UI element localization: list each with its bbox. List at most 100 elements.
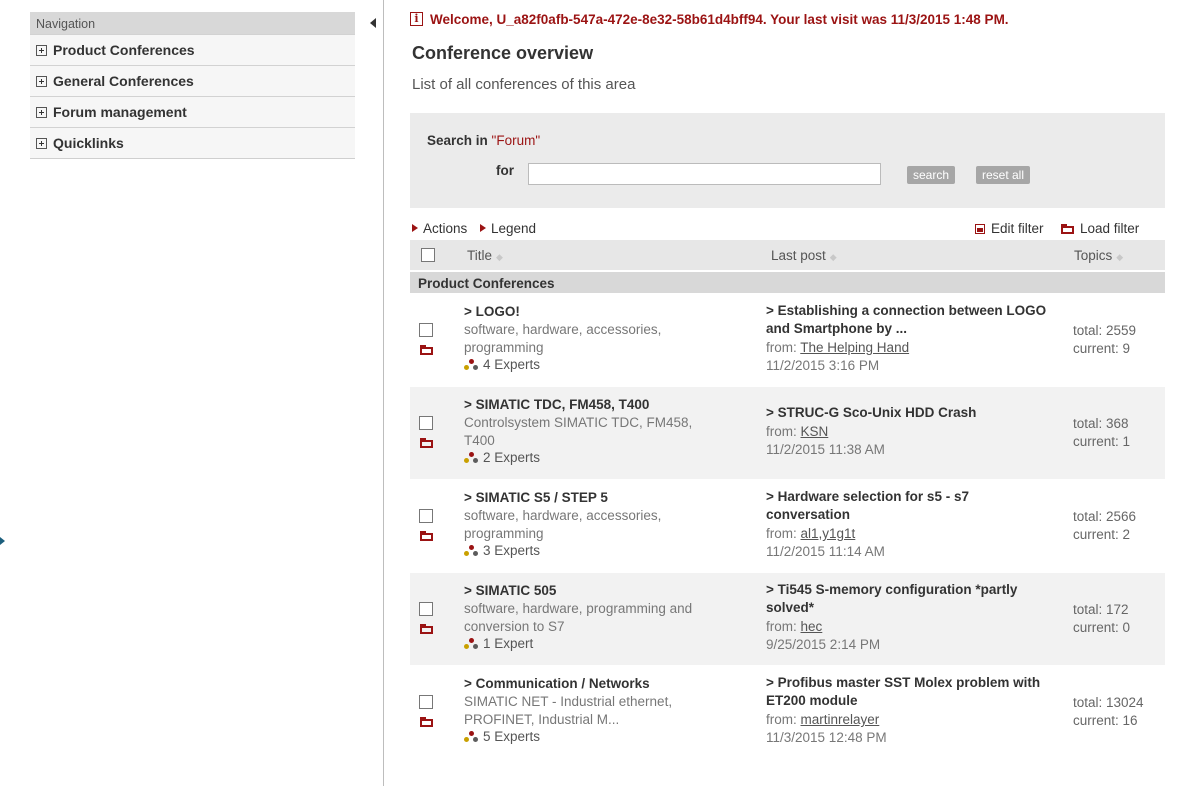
table-row: > LOGO! software, hardware, accessories,… — [410, 293, 1165, 386]
search-button[interactable]: search — [907, 166, 956, 184]
last-post-date: 11/2/2015 11:38 AM — [766, 442, 885, 457]
sidebar-item-label: Forum management — [53, 104, 187, 120]
experts-count[interactable]: 5 Experts — [464, 729, 540, 744]
experts-count[interactable]: 4 Experts — [464, 357, 540, 372]
conference-title-link[interactable]: > Communication / Networks — [464, 676, 650, 691]
sort-icon: ◆ — [829, 252, 837, 262]
from-label: from: — [766, 340, 801, 355]
last-post-date: 11/3/2015 12:48 PM — [766, 730, 887, 745]
load-filter-link[interactable]: Load filter — [1061, 221, 1139, 236]
column-header-title[interactable]: Title ◆ — [467, 248, 503, 263]
folder-open-icon[interactable] — [420, 345, 434, 355]
conference-description: Controlsystem SIMATIC TDC, FM458, T400 — [464, 415, 693, 448]
conference-description: software, hardware, accessories, program… — [464, 508, 662, 541]
last-post-link[interactable]: > Hardware selection for s5 - s7 convers… — [766, 488, 1056, 524]
experts-label: 5 Experts — [483, 729, 541, 744]
table-row: > Communication / Networks SIMATIC NET -… — [410, 665, 1165, 758]
info-icon: i — [410, 12, 423, 26]
topics-total: total: 13024 — [1073, 695, 1144, 710]
last-post-date: 9/25/2015 2:14 PM — [766, 637, 881, 652]
sidebar-item-label: Quicklinks — [53, 135, 124, 151]
welcome-message: i Welcome, U_a82f0afb-547a-472e-8e32-58b… — [410, 10, 1165, 28]
experts-icon — [464, 638, 479, 649]
from-label: from: — [766, 712, 801, 727]
last-post-link[interactable]: > Ti545 S-memory configuration *partly s… — [766, 581, 1056, 617]
welcome-text: Welcome, U_a82f0afb-547a-472e-8e32-58b61… — [430, 11, 1009, 27]
author-link[interactable]: KSN — [801, 424, 829, 439]
sidebar-item-quicklinks[interactable]: Quicklinks — [30, 127, 355, 158]
experts-icon — [464, 731, 479, 742]
search-panel: Search in "Forum" for search reset all — [410, 113, 1165, 208]
conference-title-link[interactable]: > SIMATIC 505 — [464, 583, 556, 598]
select-all-checkbox[interactable] — [421, 248, 435, 262]
topics-current: current: 0 — [1073, 620, 1131, 635]
last-post-link[interactable]: > STRUC-G Sco-Unix HDD Crash — [766, 404, 1056, 422]
panel-divider — [383, 0, 384, 786]
last-post-link[interactable]: > Establishing a connection between LOGO… — [766, 302, 1056, 338]
sidebar-item-label: Product Conferences — [53, 42, 195, 58]
conference-title-link[interactable]: > SIMATIC TDC, FM458, T400 — [464, 397, 649, 412]
scroll-marker-icon — [0, 537, 5, 545]
conference-description: software, hardware, programming and conv… — [464, 601, 693, 634]
expand-icon[interactable] — [36, 137, 47, 149]
legend-toggle[interactable]: Legend — [480, 221, 536, 236]
experts-label: 2 Experts — [483, 450, 541, 465]
row-checkbox[interactable] — [419, 416, 433, 430]
column-header-last-post[interactable]: Last post ◆ — [771, 248, 837, 263]
author-link[interactable]: hec — [801, 619, 823, 634]
table-row: > SIMATIC TDC, FM458, T400 Controlsystem… — [410, 386, 1165, 479]
row-checkbox[interactable] — [419, 695, 433, 709]
actions-label: Actions — [423, 221, 468, 236]
sidebar-item-general-conferences[interactable]: General Conferences — [30, 65, 355, 96]
page-subtitle: List of all conferences of this area — [412, 76, 636, 93]
conference-title-link[interactable]: > LOGO! — [464, 304, 520, 319]
from-label: from: — [766, 526, 801, 541]
sidebar-item-product-conferences[interactable]: Product Conferences — [30, 34, 355, 65]
conference-title-link[interactable]: > SIMATIC S5 / STEP 5 — [464, 490, 608, 505]
experts-label: 1 Expert — [483, 636, 534, 651]
navigation-header: Navigation — [30, 12, 355, 34]
last-post-author: from: al1,y1g1t — [766, 526, 855, 541]
row-checkbox[interactable] — [419, 323, 433, 337]
folder-open-icon[interactable] — [420, 624, 434, 634]
folder-open-icon[interactable] — [420, 438, 434, 448]
from-label: from: — [766, 619, 801, 634]
from-label: from: — [766, 424, 801, 439]
last-post-date: 11/2/2015 11:14 AM — [766, 544, 885, 559]
author-link[interactable]: al1,y1g1t — [801, 526, 856, 541]
expand-icon[interactable] — [36, 106, 47, 118]
reset-all-button[interactable]: reset all — [976, 166, 1031, 184]
sidebar-item-forum-management[interactable]: Forum management — [30, 96, 355, 127]
experts-label: 4 Experts — [483, 357, 541, 372]
experts-count[interactable]: 1 Expert — [464, 636, 533, 651]
actions-toggle[interactable]: Actions — [412, 221, 467, 236]
experts-count[interactable]: 2 Experts — [464, 450, 540, 465]
search-input[interactable] — [528, 163, 881, 185]
for-label: for — [496, 163, 514, 178]
experts-label: 3 Experts — [483, 543, 541, 558]
topics-current: current: 1 — [1073, 434, 1131, 449]
column-label: Topics — [1074, 248, 1113, 263]
edit-filter-link[interactable]: Edit filter — [975, 221, 1044, 236]
folder-open-icon[interactable] — [420, 531, 434, 541]
table-header: Title ◆ Last post ◆ Topics ◆ — [410, 240, 1165, 270]
author-link[interactable]: The Helping Hand — [800, 340, 909, 355]
legend-label: Legend — [491, 221, 537, 236]
last-post-link[interactable]: > Profibus master SST Molex problem with… — [766, 674, 1056, 710]
author-link[interactable]: martinrelayer — [801, 712, 880, 727]
folder-open-icon[interactable] — [420, 717, 434, 727]
expand-icon[interactable] — [36, 75, 47, 87]
experts-count[interactable]: 3 Experts — [464, 543, 540, 558]
last-post-author: from: KSN — [766, 424, 828, 439]
search-scope-label: Search in "Forum" — [427, 133, 540, 148]
row-checkbox[interactable] — [419, 509, 433, 523]
row-checkbox[interactable] — [419, 602, 433, 616]
collapse-sidebar-icon[interactable] — [370, 18, 376, 28]
expand-icon[interactable] — [36, 44, 47, 56]
column-label: Last post — [771, 248, 826, 263]
actions-bar: Actions Legend Edit filter Load filter — [410, 218, 1165, 240]
load-filter-label: Load filter — [1080, 221, 1140, 236]
table-row: > SIMATIC S5 / STEP 5 software, hardware… — [410, 479, 1165, 572]
sidebar-item-label: General Conferences — [53, 73, 194, 89]
column-header-topics[interactable]: Topics ◆ — [1074, 248, 1123, 263]
